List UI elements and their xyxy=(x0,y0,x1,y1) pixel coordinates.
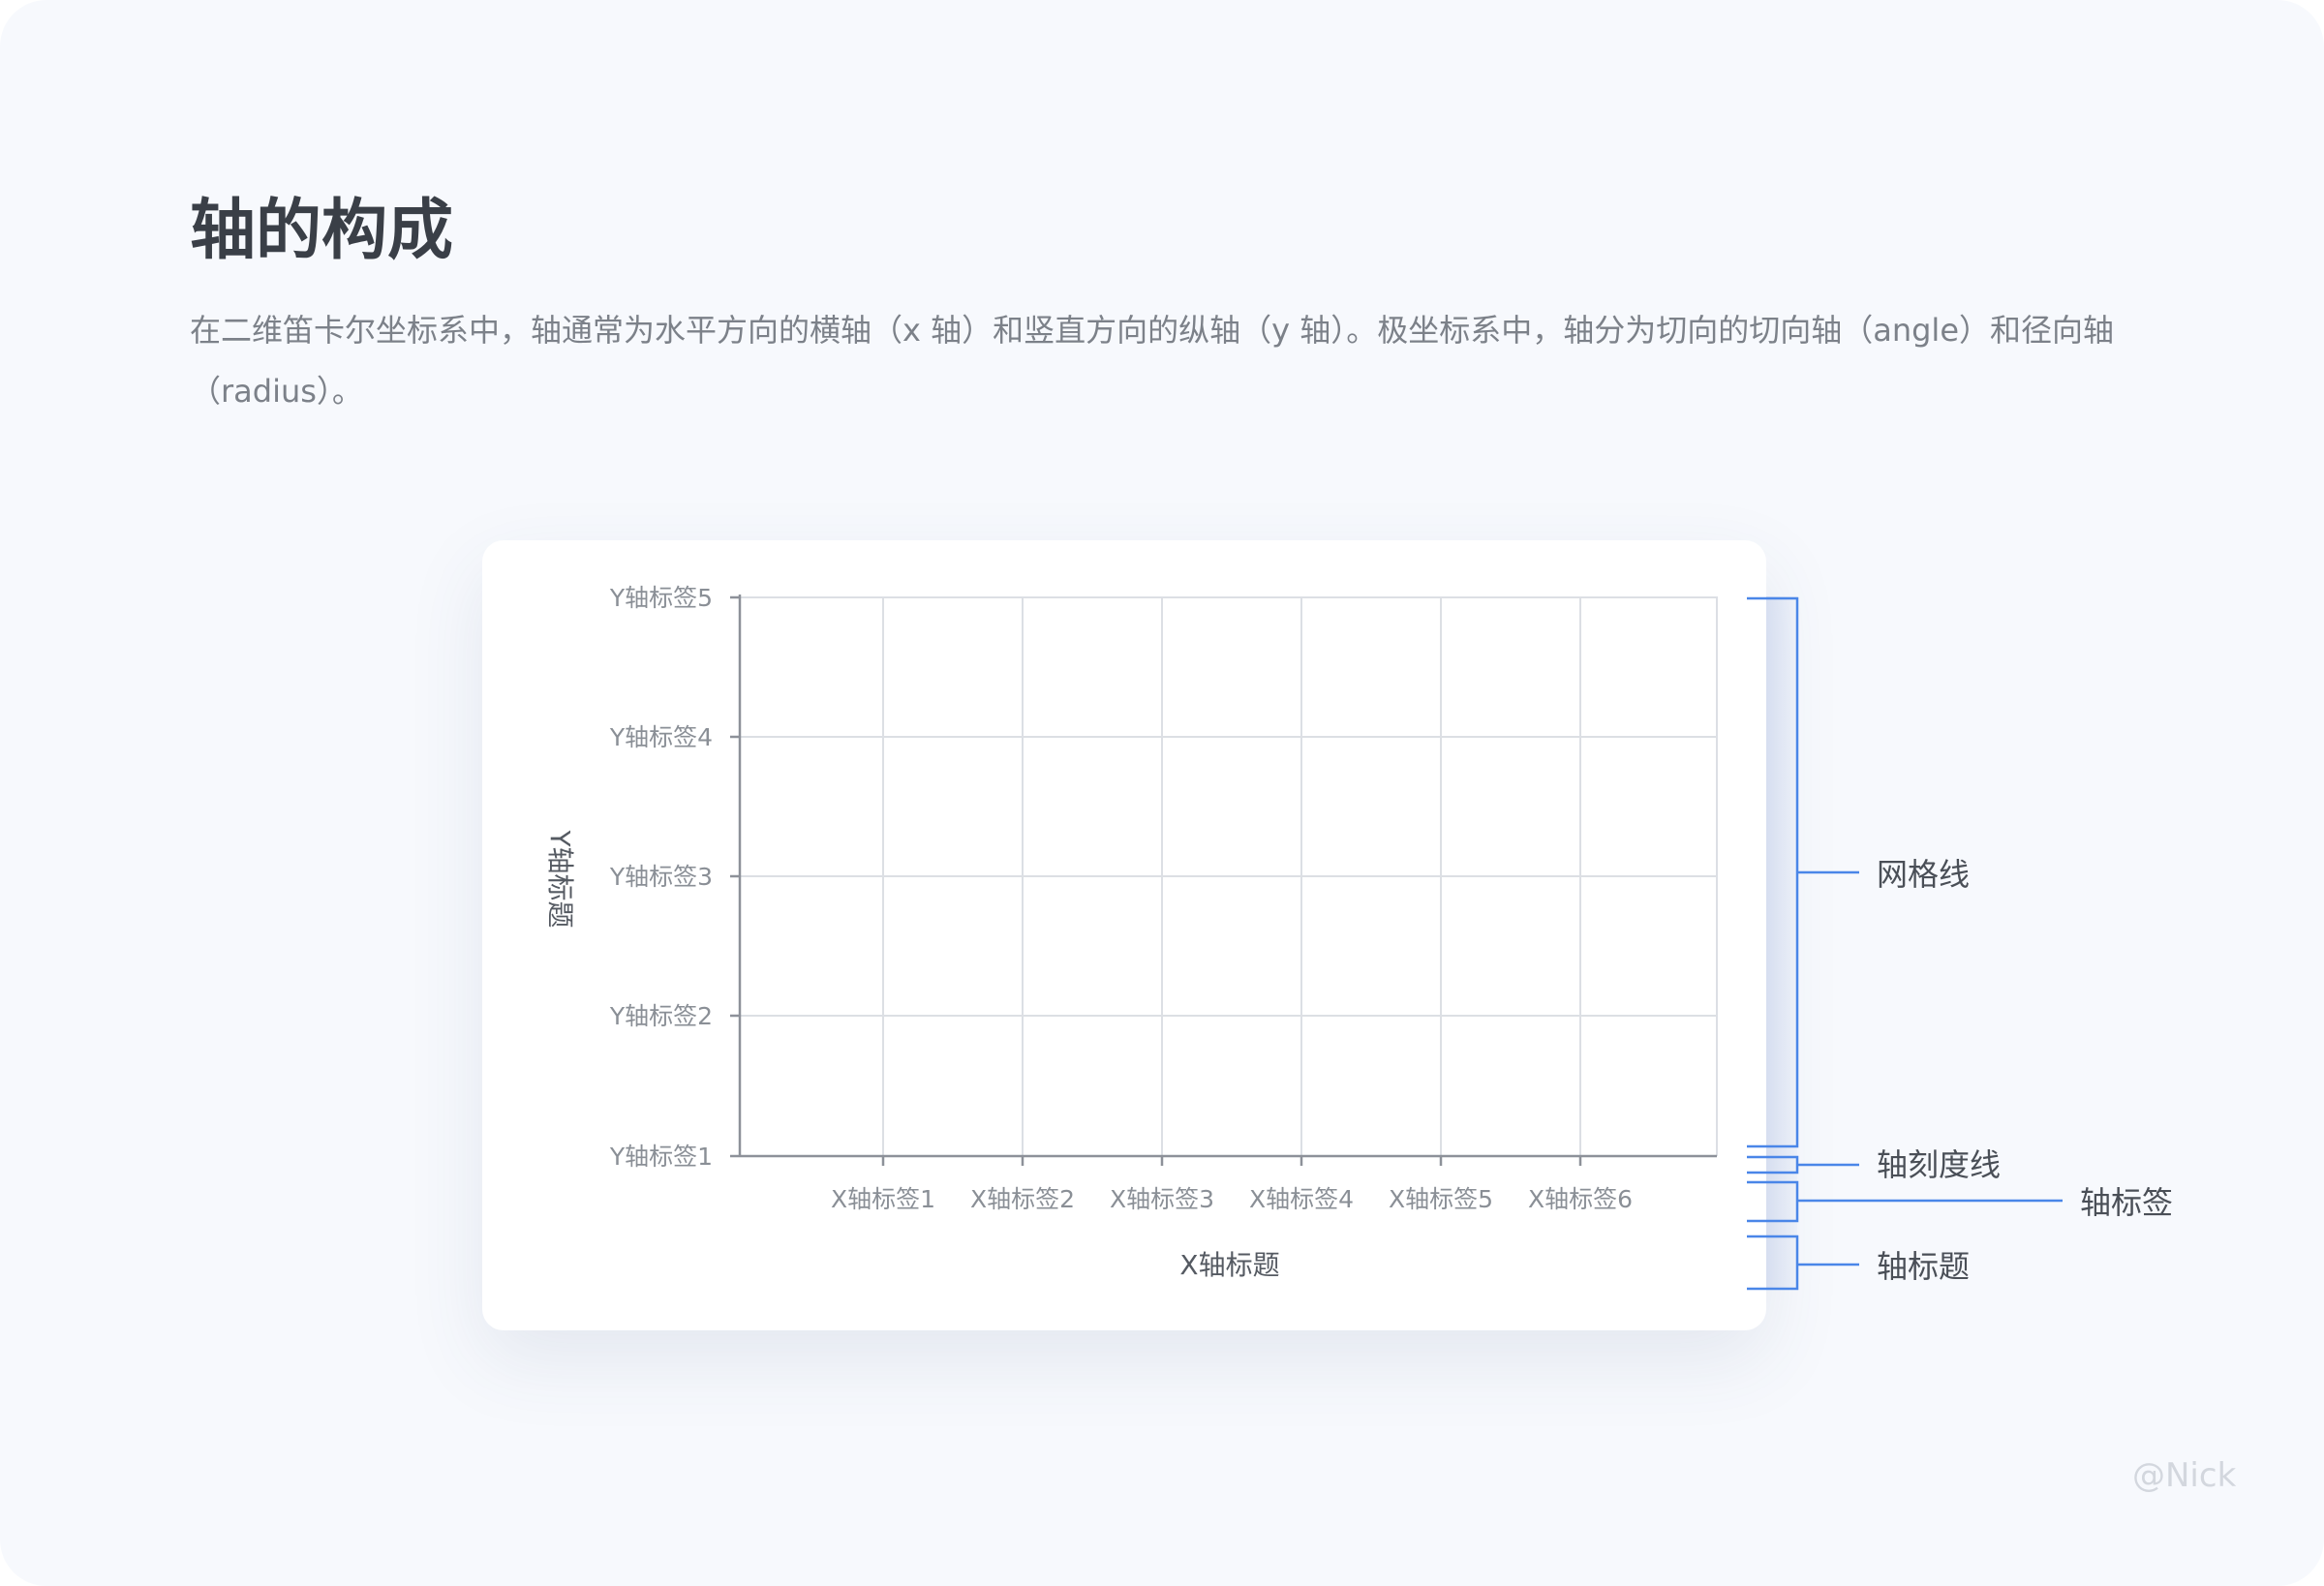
axis-title-bracket xyxy=(1747,1235,1799,1291)
annotation-tick-label-label: 轴标签 xyxy=(2080,1184,2173,1221)
annotation-tick-line-label: 轴刻度线 xyxy=(1877,1146,2001,1183)
grid-lines xyxy=(740,596,1718,1156)
axis-diagram: X轴标签1 X轴标签2 X轴标签3 X轴标签4 X轴标签5 X轴标签6 Y轴标签1 Y轴标签2… xyxy=(544,584,2173,1291)
y-axis-title: Y轴标题 xyxy=(544,829,576,928)
annotation-brackets xyxy=(1747,596,2063,1291)
y-tick-label: Y轴标签5 xyxy=(609,584,713,612)
tick-line-bracket xyxy=(1747,1155,1799,1174)
x-tick-label: X轴标签5 xyxy=(1389,1185,1493,1213)
y-tick-label: Y轴标签4 xyxy=(609,723,713,751)
x-tick-label: X轴标签4 xyxy=(1249,1185,1354,1213)
x-tick-label: X轴标签3 xyxy=(1110,1185,1214,1213)
watermark: @Nick xyxy=(2132,1456,2237,1495)
annotation-grid-label: 网格线 xyxy=(1877,856,1970,893)
grid-bracket xyxy=(1747,596,1799,1148)
y-tick-label: Y轴标签1 xyxy=(609,1143,713,1171)
axes xyxy=(730,595,1717,1166)
annotation-axis-title-label: 轴标题 xyxy=(1877,1248,1970,1285)
x-tick-label: X轴标签2 xyxy=(970,1185,1075,1213)
y-tick-label: Y轴标签2 xyxy=(609,1002,713,1030)
x-tick-label: X轴标签6 xyxy=(1528,1185,1633,1213)
x-axis-title: X轴标题 xyxy=(1179,1249,1279,1281)
x-tick-label: X轴标签1 xyxy=(831,1185,935,1213)
tick-label-bracket xyxy=(1747,1180,1799,1223)
y-tick-label: Y轴标签3 xyxy=(609,863,713,891)
tick-labels: X轴标签1 X轴标签2 X轴标签3 X轴标签4 X轴标签5 X轴标签6 Y轴标签1 Y轴标签2… xyxy=(609,584,1633,1213)
